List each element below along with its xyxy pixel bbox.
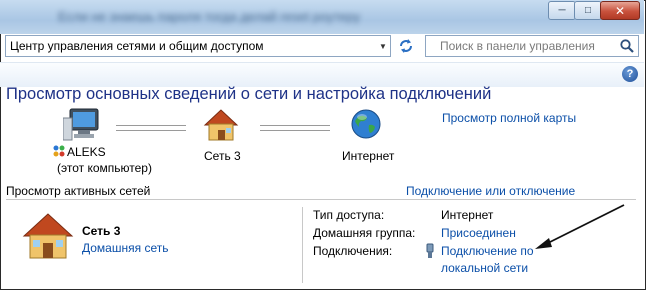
chevron-down-icon[interactable]: ▼ xyxy=(376,36,390,56)
full-map-link[interactable]: Просмотр полной карты xyxy=(442,111,576,125)
connect-disconnect-link[interactable]: Подключение или отключение xyxy=(406,184,575,198)
search-input[interactable]: Поиск в панели управления xyxy=(425,35,639,57)
window-title: Если не знаешь пароля тогда делай reset … xyxy=(58,9,361,24)
homegroup-label: Домашняя группа: xyxy=(313,226,416,240)
ethernet-icon xyxy=(424,243,436,262)
computer-name: ALEKS xyxy=(67,145,106,159)
connection-line xyxy=(260,125,330,131)
computer-caption: (этот компьютер) xyxy=(57,161,152,175)
network-type-link[interactable]: Домашняя сеть xyxy=(82,241,168,255)
computer-icon xyxy=(62,108,101,145)
network-name-map: Сеть 3 xyxy=(204,149,241,163)
access-type-value: Интернет xyxy=(441,208,494,222)
homegroup-icon xyxy=(53,145,65,160)
active-networks-title: Просмотр активных сетей xyxy=(6,184,151,198)
annotation-arrow xyxy=(532,202,628,255)
help-icon[interactable]: ? xyxy=(622,66,638,82)
active-network-name: Сеть 3 xyxy=(82,224,121,238)
search-placeholder: Поиск в панели управления xyxy=(440,39,595,53)
homegroup-link[interactable]: Присоединен xyxy=(441,226,516,240)
address-bar[interactable]: Центр управления сетями и общим доступом… xyxy=(5,35,391,57)
search-icon[interactable] xyxy=(619,38,635,54)
access-type-label: Тип доступа: xyxy=(313,208,385,222)
address-path: Центр управления сетями и общим доступом xyxy=(10,39,264,53)
divider xyxy=(6,199,636,200)
refresh-icon[interactable] xyxy=(396,36,416,56)
vertical-divider xyxy=(302,207,303,283)
globe-icon xyxy=(350,108,382,143)
connection-link-line1[interactable]: Подключение по xyxy=(441,244,534,258)
maximize-button[interactable]: □ xyxy=(574,1,602,20)
house-icon xyxy=(203,108,239,145)
connection-line xyxy=(116,125,186,131)
internet-label: Интернет xyxy=(342,149,395,163)
house-icon xyxy=(22,212,74,263)
page-title: Просмотр основных сведений о сети и наст… xyxy=(6,85,492,103)
close-button[interactable]: ✕ xyxy=(600,1,640,20)
connections-label: Подключения: xyxy=(313,244,393,258)
connection-link-line2[interactable]: локальной сети xyxy=(441,261,528,275)
minimize-button[interactable]: ─ xyxy=(548,1,576,20)
title-bar[interactable]: Если не знаешь пароля тогда делай reset … xyxy=(0,0,644,34)
command-bar xyxy=(0,62,644,87)
